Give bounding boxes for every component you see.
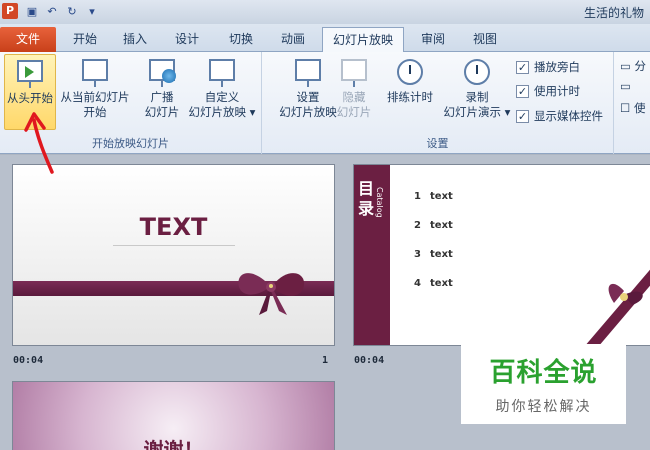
contents-list: 1 text 2 text 3 text 4 text [414,191,453,307]
record-clock-icon [463,57,491,87]
custom-show-icon [208,57,236,87]
broadcast-label-1: 广播 [150,90,174,104]
list-item: 1 text [414,191,453,202]
from-current-label-2: 开始 [83,105,107,119]
play-narrations-checkbox[interactable]: ✓ 播放旁白 [516,58,580,76]
hide-slide-icon [340,57,368,87]
rehearse-clock-icon [396,57,424,87]
checkbox-checked-icon: ✓ [516,109,529,123]
slide-thumbnail-2[interactable]: 目录 Catalog 1 text 2 text 3 text 4 text [353,164,650,346]
annotation-arrow-icon [24,112,54,174]
use-timings-checkbox[interactable]: ✓ 使用计时 [516,82,580,100]
tab-insert[interactable]: 插入 [112,27,158,52]
bow-icon [238,273,305,315]
quick-access-toolbar: ▣ ↶ ↻ ▾ [24,3,100,21]
hide-label-2: 幻灯片 [336,105,372,119]
slide-1-number: 1 [322,355,329,366]
show-on-item[interactable]: ▭ [620,79,646,100]
list-item: 2 text [414,220,453,231]
undo-icon[interactable]: ↶ [44,4,60,20]
tab-slideshow[interactable]: 幻灯片放映 [322,27,404,52]
record-slideshow-button[interactable]: 录制 幻灯片演示 ▾ [438,54,516,130]
presenter-view-item[interactable]: ☐ 使 [620,100,646,121]
custom-show-button[interactable]: 自定义 幻灯片放映 ▾ [186,54,258,130]
show-media-controls-label: 显示媒体控件 [534,109,603,123]
setup-group-label: 设置 [426,137,449,150]
ribbon-corner-icon [585,269,650,345]
checkbox-checked-icon: ✓ [516,84,529,98]
play-screen-icon [16,58,44,88]
screen-icon [81,57,109,87]
slide-thumbnail-3[interactable]: 谢谢！ [12,381,335,450]
broadcast-button[interactable]: 广播 幻灯片 [138,54,186,130]
watermark-subtitle: 助你轻松解决 [495,399,592,415]
title-underline [113,245,235,246]
custom-show-label-2: 幻灯片放映 ▾ [188,105,256,119]
save-icon[interactable]: ▣ [24,4,40,20]
window-title: 生活的礼物 [583,6,644,20]
tab-transitions[interactable]: 切换 [218,27,264,52]
slide-title: TEXT [139,213,208,241]
hide-label-1: 隐藏 [342,90,366,104]
play-narrations-label: 播放旁白 [534,60,580,74]
from-current-label-1: 从当前幻灯片 [60,90,130,104]
list-item: 3 text [414,249,453,260]
tab-animations[interactable]: 动画 [270,27,316,52]
from-beginning-label: 从头开始 [7,91,53,105]
redo-icon[interactable]: ↻ [64,4,80,20]
slide-thumbnail-1[interactable]: TEXT [12,164,335,346]
tab-review[interactable]: 审阅 [410,27,456,52]
ribbon: 从头开始 从当前幻灯片 开始 广播 幻灯片 自定义 幻灯片放映 ▾ 开始放映幻灯… [0,52,650,154]
custom-show-label-1: 自定义 [204,90,240,104]
watermark-title: 百科全说 [489,358,598,388]
customize-icon[interactable]: ▾ [84,4,100,20]
broadcast-label-2: 幻灯片 [144,105,180,119]
checkbox-checked-icon: ✓ [516,60,529,74]
tab-home[interactable]: 开始 [62,27,108,52]
broadcast-globe-icon [148,57,176,87]
record-label-1: 录制 [465,90,489,104]
rehearse-label: 排练计时 [387,90,433,104]
record-label-2: 幻灯片演示 ▾ [443,105,511,119]
title-bar: P ▣ ↶ ↻ ▾ 生活的礼物 [0,0,650,24]
hide-slide-button[interactable]: 隐藏 幻灯片 [332,54,376,130]
watermark-logo: 百科全说 助你轻松解决 [461,344,626,424]
ribbon-tabs: 文件 开始 插入 设计 切换 动画 幻灯片放映 审阅 视图 [0,24,650,52]
use-timings-label: 使用计时 [534,84,580,98]
slide-1-timing: 00:04 [13,355,44,366]
tab-design[interactable]: 设计 [164,27,210,52]
show-media-controls-checkbox[interactable]: ✓ 显示媒体控件 [516,107,603,125]
tab-file[interactable]: 文件 [0,27,56,52]
catalog-label: Catalog [375,187,384,218]
setup-screen-icon [294,57,322,87]
slide-2-timing: 00:04 [354,355,385,366]
rehearse-timings-button[interactable]: 排练计时 [382,54,438,130]
thank-you-title: 谢谢！ [143,438,204,450]
tab-view[interactable]: 视图 [462,27,508,52]
resolution-item[interactable]: ▭ 分 [620,58,646,79]
powerpoint-logo-icon[interactable]: P [2,3,18,19]
list-item: 4 text [414,278,453,289]
monitors-group-partial: ▭ 分 ▭ ☐ 使 [620,58,646,121]
from-current-button[interactable]: 从当前幻灯片 开始 [58,54,132,130]
